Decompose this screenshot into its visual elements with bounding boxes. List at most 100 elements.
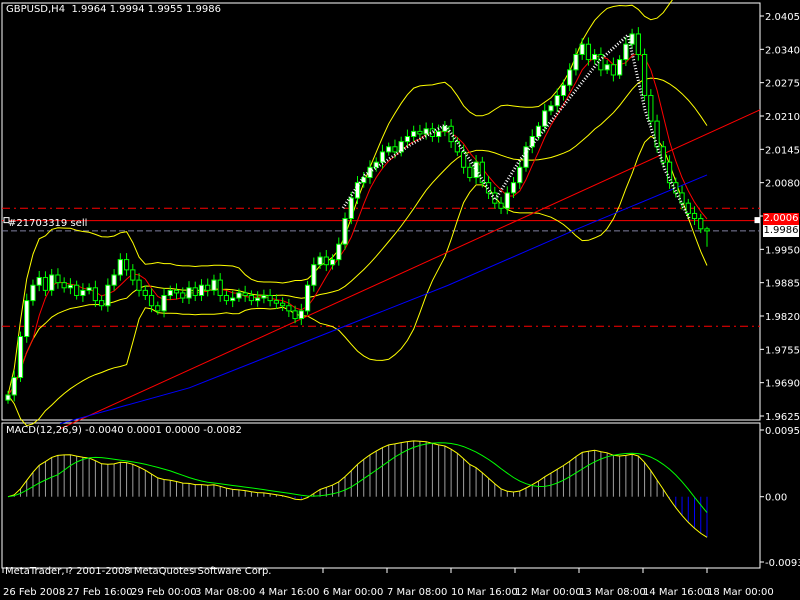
price-tick-label: 1.9885 [765, 279, 800, 290]
candle-body [236, 292, 242, 299]
order-marker-right-icon [754, 217, 761, 224]
candle-body [510, 182, 517, 194]
bid-price-label: 1.9986 [763, 225, 799, 237]
candle-body [698, 218, 704, 230]
candle-body [691, 212, 698, 220]
candle-body [336, 243, 342, 261]
macd-pane-border [1, 422, 761, 569]
candle-body [24, 300, 30, 338]
candle-body [123, 259, 130, 271]
candle-body [329, 259, 336, 266]
macd-tick-label: -0.0093 [765, 558, 800, 569]
candle-body [610, 64, 617, 76]
candle-body [504, 192, 510, 209]
candle-body [198, 284, 205, 296]
candle-body [273, 300, 279, 304]
time-tick-label: 4 Mar 16:00 [259, 587, 319, 598]
candle-body [317, 256, 323, 266]
price-tick-label: 1.9755 [765, 345, 800, 356]
candle-body [242, 292, 248, 296]
candle-body [623, 43, 629, 61]
candle-body [117, 259, 123, 276]
candle-body [704, 228, 710, 232]
candle-body [392, 146, 398, 153]
candle-body [323, 256, 329, 266]
zigzag-line [341, 32, 692, 221]
candle-body [211, 279, 217, 291]
candle-body [292, 310, 298, 320]
candle-body [654, 120, 660, 148]
candle-body [267, 294, 273, 302]
candle-body [648, 94, 654, 122]
time-tick-label: 27 Feb 16:00 [67, 587, 133, 598]
candle-body [74, 284, 80, 296]
price-tick-label: 2.0210 [765, 112, 800, 123]
candle-body [17, 336, 24, 379]
candle-body [148, 294, 155, 307]
candle-body [261, 294, 267, 299]
candle-body [180, 292, 186, 299]
candle-body [629, 33, 635, 45]
candle-body [635, 33, 641, 55]
price-tick-label: 2.0340 [765, 45, 800, 56]
candle-body [436, 130, 442, 138]
order-label[interactable]: #21703319 sell [8, 218, 87, 230]
candle-body [386, 146, 392, 153]
candle-body [136, 279, 142, 291]
candle-body [217, 279, 223, 296]
chart-canvas[interactable]: 2.0405 2.0340 2.0275 2.0210 2.0145 2.0080 2.00… [0, 0, 800, 600]
price-tick-label: 2.0275 [765, 79, 800, 90]
candle-body [304, 284, 311, 312]
candle-body [86, 287, 92, 291]
candle-body [155, 305, 161, 312]
ohlc-values: 1.9964 1.9994 1.9955 1.9986 [71, 4, 221, 15]
price-tick-label: 2.0145 [765, 145, 800, 156]
candle-body [411, 130, 417, 138]
time-tick-label: 3 Mar 08:00 [195, 587, 255, 598]
candle-body [49, 274, 55, 291]
chart-title: GBPUSD,H4 1.9964 1.9994 1.9955 1.9986 [6, 4, 221, 15]
candle-body [248, 294, 255, 302]
candle-body [567, 69, 573, 86]
time-tick-label: 10 Mar 16:00 [451, 587, 518, 598]
time-tick-label: 18 Mar 00:00 [707, 587, 774, 598]
price-tick-label: 2.0405 [765, 12, 800, 23]
horizontal-lines [2, 207, 761, 327]
candle-body [255, 297, 261, 302]
candle-body [498, 202, 504, 209]
macd-tick-label: 0.00 [765, 493, 787, 504]
candle-body [585, 43, 592, 61]
candle-body [286, 305, 292, 312]
candle-body [223, 294, 230, 302]
candle-body [111, 274, 117, 286]
candle-body [604, 64, 610, 71]
candle-body [36, 277, 42, 286]
copyright-text: MetaTrader, ? 2001-2008 MetaQuotes Softw… [5, 566, 272, 577]
candle-body [479, 161, 485, 184]
candle-body [105, 284, 111, 307]
candle-body [467, 166, 473, 179]
time-tick-label: 29 Feb 00:00 [131, 587, 197, 598]
candle-body [98, 300, 105, 307]
candle-body [542, 110, 548, 127]
time-tick-label: 7 Mar 08:00 [387, 587, 447, 598]
price-tick-label: 1.9690 [765, 379, 800, 390]
time-tick-label: 14 Mar 16:00 [643, 587, 710, 598]
candle-body [423, 128, 429, 135]
macd-title: MACD(12,26,9) -0.0040 0.0001 0.0000 -0.0… [6, 425, 242, 436]
candle-body [460, 151, 467, 168]
candle-body [641, 53, 648, 96]
price-tick-label: 2.0080 [765, 179, 800, 190]
macd-pane [7, 440, 708, 538]
candle-body [205, 284, 211, 291]
candle-body [573, 53, 579, 71]
candle-body [598, 53, 604, 71]
candle-body [42, 277, 49, 291]
candle-body [92, 287, 98, 302]
slow-ma-red [59, 109, 761, 430]
candle-body [554, 94, 560, 107]
order-price-label: 2.0006 [763, 213, 799, 225]
candle-body [560, 84, 567, 96]
candle-body [167, 289, 173, 296]
price-tick-label: 1.9625 [765, 412, 800, 423]
